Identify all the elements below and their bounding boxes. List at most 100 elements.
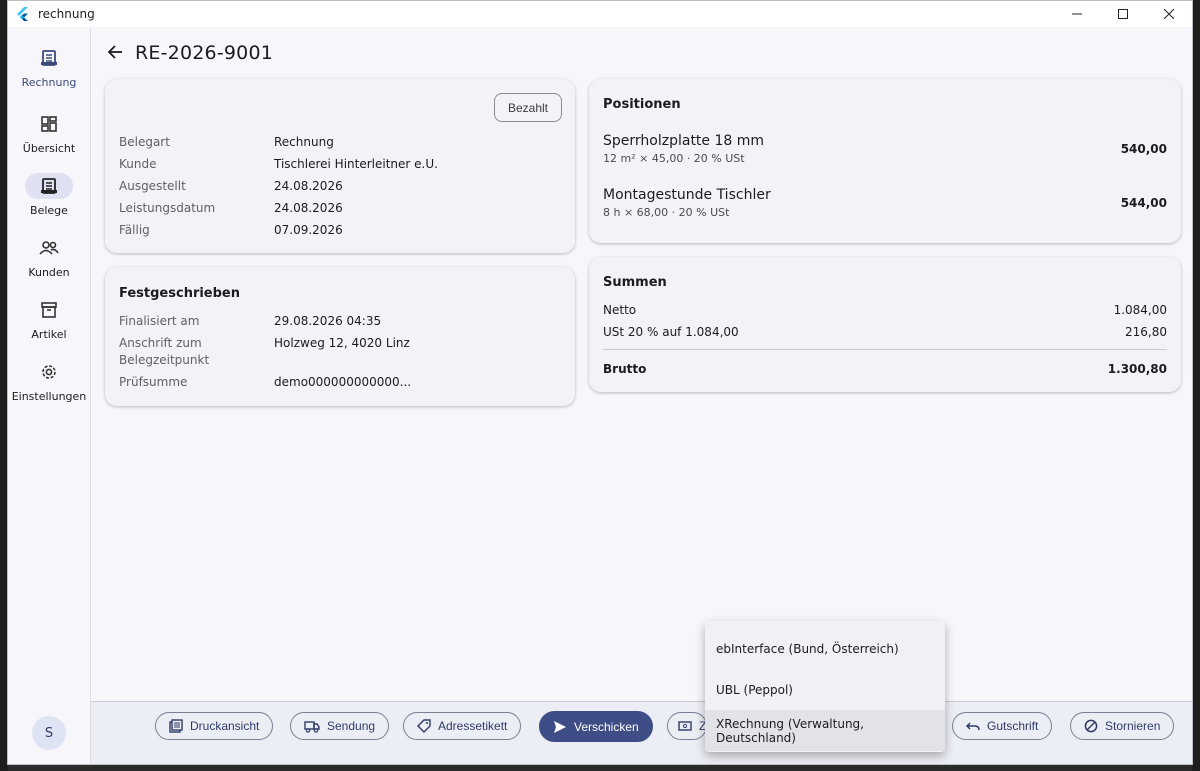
- detail-row: Fällig 07.09.2026: [119, 219, 438, 241]
- print-preview-button[interactable]: Druckansicht: [155, 712, 274, 740]
- total-row: USt 20 % auf 1.084,00 216,80: [603, 321, 1167, 343]
- detail-row: Finalisiert am 29.08.2026 04:35: [119, 310, 411, 332]
- detail-row: Kunde Tischlerei Hinterleitner e.U.: [119, 153, 438, 175]
- rail-item-einstellungen[interactable]: Einstellungen: [8, 359, 90, 403]
- maximize-icon[interactable]: [1100, 1, 1146, 27]
- rail-app-header[interactable]: Rechnung: [8, 45, 90, 89]
- export-format-menu: ebInterface (Bund, Österreich) UBL (Pepp…: [705, 621, 945, 752]
- rail-item-uebersicht[interactable]: Übersicht: [8, 111, 90, 155]
- positions-list: Sperrholzplatte 18 mm 12 m² × 45,00 · 20…: [603, 133, 1167, 234]
- page-title: RE-2026-9001: [135, 42, 274, 64]
- detail-key-line: Anschrift zum: [119, 336, 202, 350]
- detail-key-line: Belegzeitpunkt: [119, 353, 210, 367]
- detail-value: 07.09.2026: [274, 223, 343, 237]
- totals-card: Summen Netto 1.084,00 USt 20 % auf 1.084,…: [589, 257, 1181, 392]
- position-amount: 544,00: [1120, 196, 1167, 210]
- list-item[interactable]: Sperrholzplatte 18 mm 12 m² × 45,00 · 20…: [603, 133, 1167, 165]
- rail-item-label: Einstellungen: [11, 390, 87, 403]
- detail-row: Anschrift zum Belegzeitpunkt Holzweg 12, …: [119, 335, 411, 369]
- send-icon: [553, 720, 567, 734]
- detail-value: demo000000000000...: [274, 375, 412, 389]
- detail-value: 24.08.2026: [274, 179, 343, 193]
- tag-icon: [417, 719, 431, 733]
- archive-icon: [25, 297, 73, 323]
- block-icon: [1084, 719, 1098, 733]
- position-text: Sperrholzplatte 18 mm 12 m² × 45,00 · 20…: [603, 133, 1121, 165]
- close-icon[interactable]: [1146, 1, 1192, 27]
- detail-value: Tischlerei Hinterleitner e.U.: [274, 157, 438, 171]
- total-label: USt 20 % auf 1.084,00: [603, 325, 739, 339]
- rail-item-label: Belege: [30, 204, 68, 217]
- action-bar: Druckansicht Sendung Adressetikett Versc…: [91, 701, 1192, 764]
- detail-value: 29.08.2026 04:35: [274, 314, 382, 328]
- total-row: Netto 1.084,00: [603, 299, 1167, 321]
- totals-title: Summen: [603, 275, 667, 290]
- title-bar: rechnung: [8, 1, 1192, 27]
- button-label: Sendung: [327, 719, 376, 733]
- rail-item-artikel[interactable]: Artikel: [8, 297, 90, 341]
- address-label-button[interactable]: Adressetikett: [403, 712, 522, 740]
- window-controls: [1054, 1, 1192, 27]
- button-label: Adressetikett: [438, 719, 508, 733]
- cancel-invoice-button[interactable]: Stornieren: [1070, 712, 1175, 740]
- position-amount: 540,00: [1120, 142, 1167, 156]
- finalized-list: Finalisiert am 29.08.2026 04:35 Anschrift…: [119, 310, 411, 393]
- navigation-rail: Rechnung Übersicht Belege Kunden Artikel: [8, 27, 90, 764]
- desktop-background-right: [1192, 0, 1200, 771]
- undo-icon: [966, 720, 980, 732]
- credit-note-button[interactable]: Gutschrift: [952, 712, 1053, 740]
- divider: [603, 349, 1167, 350]
- position-name: Sperrholzplatte 18 mm: [603, 133, 765, 149]
- position-name: Montagestunde Tischler: [603, 187, 771, 203]
- rail-item-belege[interactable]: Belege: [8, 173, 90, 217]
- button-label: Stornieren: [1105, 719, 1161, 733]
- receipt-icon: [25, 173, 73, 199]
- detail-value: Holzweg 12, 4020 Linz: [274, 336, 410, 350]
- detail-key: Ausgestellt: [119, 179, 186, 193]
- position-detail: 12 m² × 45,00 · 20 % USt: [603, 152, 745, 165]
- people-icon: [25, 235, 73, 261]
- minimize-icon[interactable]: [1054, 1, 1100, 27]
- totals-list: Netto 1.084,00 USt 20 % auf 1.084,00 216,8…: [603, 299, 1167, 380]
- position-text: Montagestunde Tischler 8 h × 68,00 · 20 …: [603, 187, 1121, 219]
- rail-item-kunden[interactable]: Kunden: [8, 235, 90, 279]
- rail-item-label: Artikel: [31, 328, 67, 341]
- detail-key: Belegart: [119, 135, 170, 149]
- window-title: rechnung: [38, 7, 95, 21]
- back-arrow-icon[interactable]: [107, 41, 123, 65]
- avatar[interactable]: S: [32, 716, 66, 750]
- positions-title: Positionen: [603, 97, 681, 112]
- detail-row: Prüfsumme demo000000000000...: [119, 371, 411, 393]
- print-preview-icon: [169, 719, 183, 733]
- list-item[interactable]: Montagestunde Tischler 8 h × 68,00 · 20 …: [603, 187, 1167, 219]
- menu-item-ebinterface[interactable]: ebInterface (Bund, Österreich): [705, 628, 945, 669]
- detail-key: Anschrift zum Belegzeitpunkt: [119, 335, 274, 369]
- total-label: Netto: [603, 303, 637, 317]
- detail-value: Rechnung: [274, 135, 334, 149]
- receipt-icon: [25, 45, 73, 71]
- detail-key: Leistungsdatum: [119, 201, 216, 215]
- partially-hidden-button[interactable]: Z: [667, 712, 707, 740]
- menu-item-xrechnung[interactable]: XRechnung (Verwaltung, Deutschland): [705, 710, 945, 751]
- paid-button[interactable]: Bezahlt: [493, 93, 562, 122]
- total-row: Brutto 1.300,80: [603, 358, 1167, 380]
- finalized-card: Festgeschrieben Finalisiert am 29.08.2026…: [105, 267, 575, 406]
- positions-card: Positionen Sperrholzplatte 18 mm 12 m² ×…: [589, 79, 1181, 243]
- detail-row: Belegart Rechnung: [119, 131, 438, 153]
- rail-item-label: Übersicht: [22, 142, 76, 155]
- button-label: Druckansicht: [190, 719, 260, 733]
- page-header: RE-2026-9001: [91, 27, 1192, 79]
- total-value: 1.084,00: [1113, 303, 1167, 317]
- rail-app-label: Rechnung: [21, 76, 77, 89]
- button-label: Gutschrift: [987, 719, 1039, 733]
- menu-item-ubl[interactable]: UBL (Peppol): [705, 669, 945, 710]
- send-button[interactable]: Verschicken: [539, 711, 653, 742]
- total-label: Brutto: [603, 362, 647, 376]
- detail-key: Prüfsumme: [119, 375, 188, 389]
- main-content: RE-2026-9001 Bezahlt Belegart Rechnung Ku…: [90, 27, 1192, 764]
- shipment-button[interactable]: Sendung: [290, 712, 390, 740]
- truck-icon: [304, 720, 320, 733]
- detail-key: Finalisiert am: [119, 314, 200, 328]
- detail-row: Ausgestellt 24.08.2026: [119, 175, 438, 197]
- gear-icon: [25, 359, 73, 385]
